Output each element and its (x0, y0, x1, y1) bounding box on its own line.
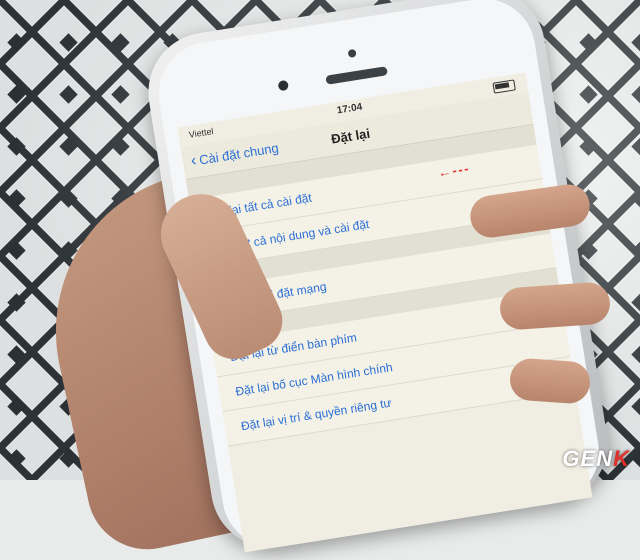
page-title: Đặt lại (330, 125, 371, 147)
status-time: 17:04 (336, 101, 364, 117)
finger (498, 281, 612, 331)
earpiece-speaker (325, 66, 388, 85)
back-button[interactable]: ‹ Cài đặt chung (190, 140, 280, 169)
chevron-left-icon: ‹ (189, 151, 198, 170)
carrier-label: Viettel (188, 126, 215, 140)
genk-watermark-logo: GENK (562, 446, 630, 472)
sensor-icon (277, 79, 290, 92)
battery-icon (492, 79, 516, 94)
back-button-label: Cài đặt chung (198, 140, 280, 168)
logo-text: GEN (562, 446, 614, 471)
front-camera-icon (347, 48, 357, 58)
logo-accent: K (613, 446, 630, 471)
finger (508, 357, 592, 405)
